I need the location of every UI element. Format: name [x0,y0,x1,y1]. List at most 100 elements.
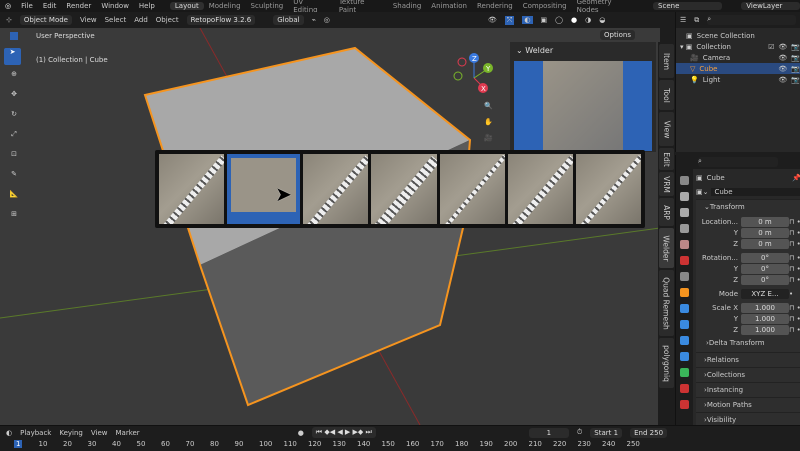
tab-welder[interactable]: Welder [659,228,674,268]
collapse-chevron-icon[interactable]: ⌄ [516,46,525,55]
outliner-scene-collection[interactable]: ▣ Scene Collection [676,30,800,41]
rotation-z-field[interactable]: 0° [741,274,789,285]
location-y-field[interactable]: 0 m [741,227,789,238]
overlay-toggle-icon[interactable]: ◐ [522,16,533,24]
view-layer-selector[interactable]: ViewLayer [741,2,800,10]
tab-layout[interactable]: Layout [169,2,204,10]
particles-tab-icon[interactable] [680,320,689,329]
weld-thumbnail[interactable] [507,154,573,224]
collection-tab-icon[interactable] [680,272,689,281]
camera-view-icon[interactable]: 🎥 [484,130,493,146]
pin-icon[interactable]: 📌 [792,174,800,182]
tab-shading[interactable]: Shading [388,2,426,10]
world-tab-icon[interactable] [680,256,689,265]
weld-thumbnail[interactable] [439,154,505,224]
tab-modeling[interactable]: Modeling [204,2,246,10]
move-tool-icon[interactable]: ✥ [4,90,24,110]
blender-logo-icon[interactable]: ◎ [0,2,16,10]
rotation-y-field[interactable]: 0° [741,263,789,274]
tab-vrm[interactable]: VRM [659,172,674,196]
filter-icon[interactable]: ⧉ [694,16,699,25]
visibility-icon[interactable]: 👁 [488,16,497,24]
scale-y-field[interactable]: 1.000 [741,313,789,324]
object-menu[interactable]: Object [156,16,179,24]
solid-shading-icon[interactable]: ● [571,16,577,24]
tab-arp[interactable]: ARP [659,198,674,226]
lock-icon[interactable]: ⊓ • [789,218,800,226]
playback-menu[interactable]: Playback [20,429,51,437]
outliner-camera[interactable]: 🎥 Camera 👁 📷 [676,52,800,63]
output-tab-icon[interactable] [680,208,689,217]
record-icon[interactable]: ● [298,429,304,437]
frame-ruler[interactable]: 1 10 20 30 40 50 60 70 80 90 100 110 120 130 140 150 160… [0,439,800,451]
mode-dropdown[interactable]: Object Mode [19,15,72,25]
navigation-gizmo[interactable]: Z Y X [450,50,500,100]
scene-tab-icon[interactable] [680,240,689,249]
location-z-field[interactable]: 0 m [741,238,789,249]
proportional-edit-icon[interactable]: ◎ [324,16,330,24]
tab-compositing[interactable]: Compositing [518,2,572,10]
select-menu[interactable]: Select [105,16,127,24]
rotation-x-field[interactable]: 0° [741,252,789,263]
render-tab-icon[interactable] [680,192,689,201]
tab-item[interactable]: Item [659,44,674,78]
orientation-dropdown[interactable]: Global [273,15,304,25]
editor-type-clock-icon[interactable]: ◐ [6,429,12,437]
tab-tool[interactable]: Tool [659,80,674,110]
playback-controls[interactable]: ⏮ ◆◀ ◀ ▶ ▶◆ ⏭ [311,427,376,438]
object-name-field[interactable]: Cube [711,188,800,196]
tab-sculpting[interactable]: Sculpting [246,2,289,10]
end-frame-field[interactable]: End 250 [630,427,668,438]
menu-render[interactable]: Render [61,2,96,10]
outliner-light[interactable]: 💡 Light 👁 📷 [676,74,800,85]
display-mode-icon[interactable]: ☰ [680,16,686,24]
motion-paths-panel[interactable]: › Motion Paths [696,397,800,412]
keying-menu[interactable]: Keying [59,429,83,437]
rendered-shading-icon[interactable]: ◒ [599,16,605,24]
view-layer-tab-icon[interactable] [680,224,689,233]
options-dropdown[interactable]: Options [600,30,636,40]
weld-thumbnail[interactable] [303,154,369,224]
menu-window[interactable]: Window [96,2,134,10]
outliner-collection[interactable]: ▾ ▣ Collection ☑ 👁 📷 [676,41,800,52]
physics-tab-icon[interactable] [680,336,689,345]
xray-icon[interactable]: ▣ [541,16,548,24]
weld-thumbnail[interactable] [159,154,225,224]
add-cube-tool-icon[interactable]: ⊞ [4,210,24,230]
menu-help[interactable]: Help [134,2,160,10]
menu-edit[interactable]: Edit [38,2,62,10]
weld-preview-image[interactable] [514,61,652,151]
outliner-cube[interactable]: ▽ Cube 👁 📷 [676,63,800,74]
constraints-tab-icon[interactable] [680,352,689,361]
scale-z-field[interactable]: 1.000 [741,324,789,335]
properties-search[interactable]: ⌕ [698,157,778,167]
scene-selector[interactable]: Scene [653,2,722,10]
data-tab-icon[interactable] [680,368,689,377]
collections-panel[interactable]: › Collections [696,367,800,382]
tab-edit[interactable]: Edit [659,148,674,170]
cursor-tool-icon[interactable]: ⊕ [4,70,24,90]
snap-icon[interactable]: ⌁ [312,16,316,24]
rotation-mode-dropdown[interactable]: XYZ E... [741,288,789,299]
modifier-tab-icon[interactable] [680,304,689,313]
transform-panel-header[interactable]: ⌄ Transform [696,199,800,214]
select-tool-icon[interactable]: ➤ [4,48,21,65]
pan-hand-icon[interactable]: ✋ [484,114,493,130]
tab-animation[interactable]: Animation [426,2,472,10]
relations-panel[interactable]: › Relations [696,352,800,367]
zoom-icon[interactable]: 🔍 [484,98,493,114]
annotate-tool-icon[interactable]: ✎ [4,170,24,190]
wireframe-shading-icon[interactable]: ◯ [555,16,563,24]
weld-thumbnail-selected[interactable]: ➤ [227,154,301,224]
outliner-search[interactable]: ⌕ [707,15,796,25]
texture-tab-icon[interactable] [680,400,689,409]
current-frame-field[interactable]: 1 [528,427,569,438]
tool-tab-icon[interactable] [680,176,689,185]
tab-quad-remesh[interactable]: Quad Remesh [659,270,674,336]
scale-tool-icon[interactable]: ⤢ [4,130,24,150]
instancing-panel[interactable]: › Instancing [696,382,800,397]
timeline-view-menu[interactable]: View [91,429,108,437]
rotate-tool-icon[interactable]: ↻ [4,110,24,130]
object-tab-icon[interactable] [680,288,689,297]
menu-file[interactable]: File [16,2,38,10]
